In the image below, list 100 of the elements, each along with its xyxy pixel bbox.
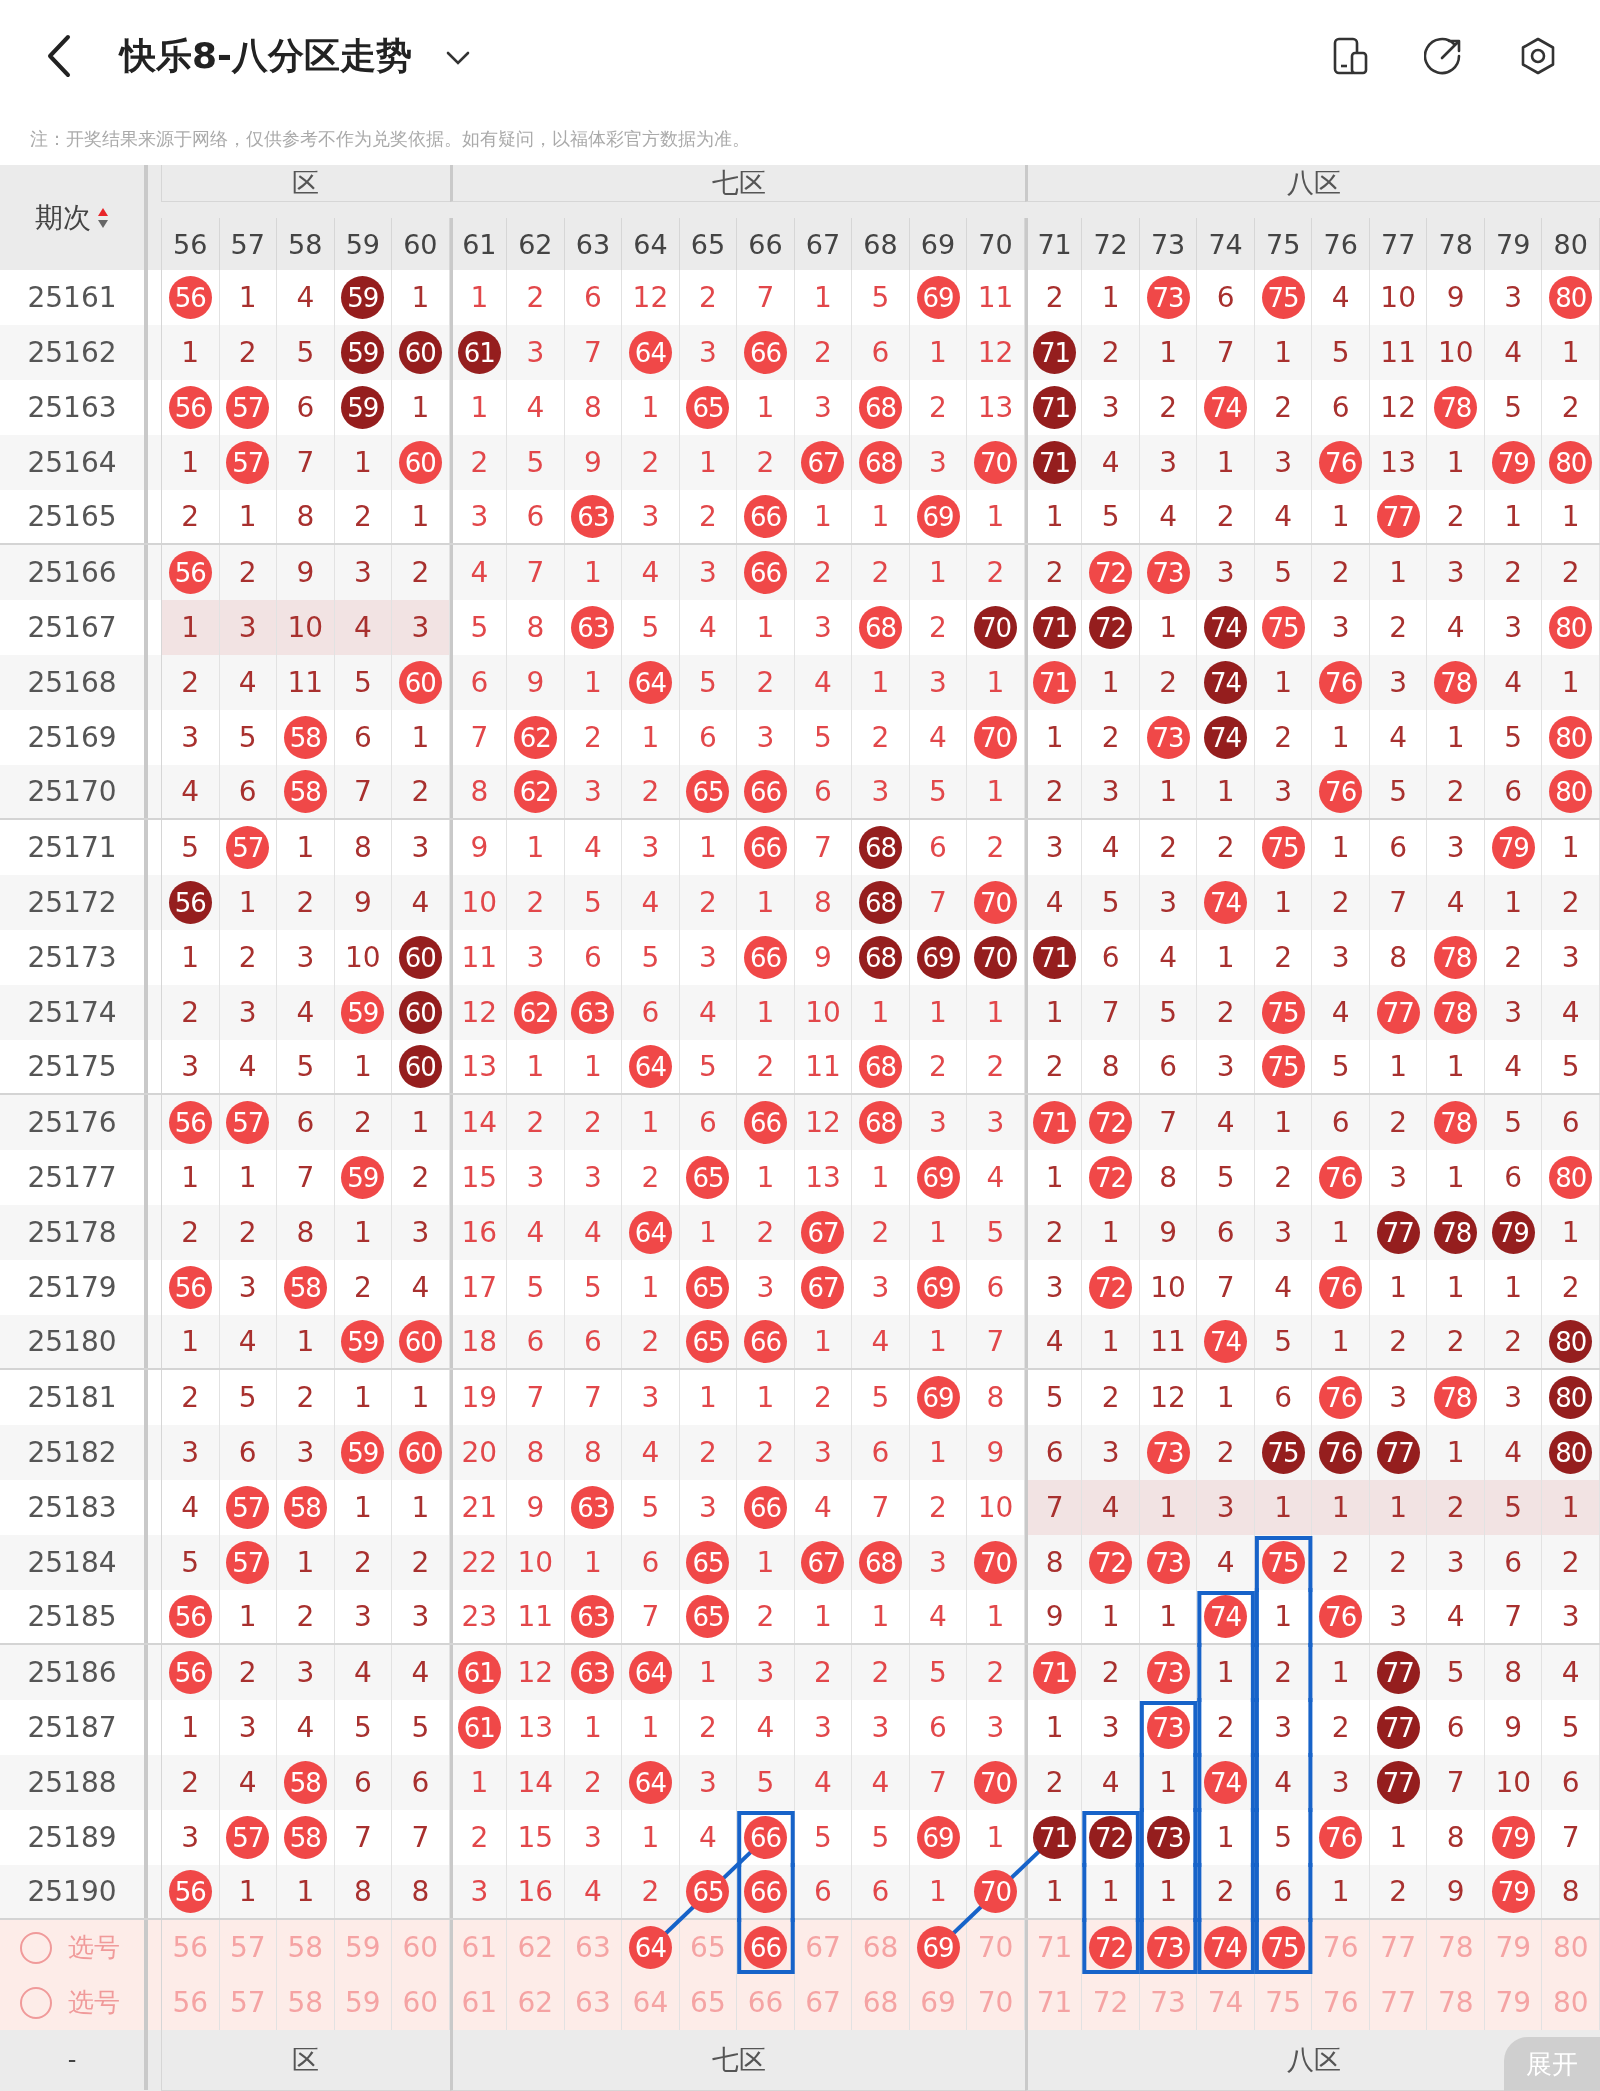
- number-ball: 63: [571, 1651, 615, 1694]
- number-ball[interactable]: 73: [1146, 1926, 1190, 1969]
- number-ball: 63: [571, 606, 615, 649]
- miss-count: 12: [1380, 391, 1416, 424]
- radio-button[interactable]: [20, 1931, 52, 1964]
- pick-number[interactable]: 78: [1437, 1931, 1474, 1964]
- miss-count: 2: [583, 1766, 602, 1799]
- pick-number[interactable]: 71: [1036, 1986, 1073, 2019]
- miss-count: 1: [1045, 721, 1064, 754]
- miss-count: 8: [353, 1875, 372, 1908]
- miss-count: 2: [1101, 1381, 1120, 1414]
- miss-count: 3: [814, 611, 832, 644]
- miss-count: 4: [814, 666, 832, 699]
- pick-number[interactable]: 65: [690, 1931, 726, 1964]
- pick-number[interactable]: 67: [805, 1931, 841, 1964]
- pick-number[interactable]: 73: [1150, 1986, 1186, 2019]
- pick-number[interactable]: 68: [862, 1931, 899, 1964]
- number-ball: 62: [513, 991, 557, 1034]
- number-ball: 73: [1146, 1706, 1190, 1749]
- pick-number[interactable]: 61: [461, 1986, 498, 2019]
- miss-count: 9: [1504, 1711, 1523, 1744]
- pick-number[interactable]: 77: [1380, 1986, 1416, 2019]
- miss-count: 4: [411, 1656, 430, 1689]
- miss-count: 3: [181, 1436, 200, 1469]
- miss-count: 3: [1274, 1216, 1293, 1249]
- pick-number[interactable]: 64: [632, 1986, 669, 2019]
- miss-count: 1: [929, 1436, 947, 1469]
- miss-count: 1: [1561, 666, 1580, 699]
- pick-number[interactable]: 80: [1552, 1931, 1589, 1964]
- number-ball[interactable]: 64: [628, 1926, 672, 1969]
- column-header: 66: [748, 228, 783, 260]
- pick-number[interactable]: 56: [172, 1931, 209, 1964]
- pick-number[interactable]: 58: [287, 1986, 324, 2019]
- miss-count: 2: [1216, 831, 1235, 864]
- number-ball[interactable]: 72: [1089, 1926, 1133, 1969]
- pick-number[interactable]: 79: [1495, 1931, 1532, 1964]
- number-ball: 69: [916, 276, 960, 319]
- miss-count: 3: [1216, 1491, 1235, 1524]
- number-ball: 73: [1146, 716, 1190, 759]
- number-ball: 68: [859, 1045, 902, 1088]
- pick-number[interactable]: 71: [1036, 1931, 1073, 1964]
- number-ball: 76: [1319, 770, 1363, 813]
- miss-count: 2: [296, 1381, 315, 1414]
- miss-count: 1: [814, 1325, 832, 1358]
- pick-number[interactable]: 76: [1322, 1986, 1359, 2019]
- pick-number[interactable]: 68: [862, 1986, 899, 2019]
- miss-count: 2: [986, 1656, 1005, 1689]
- number-ball: 59: [341, 386, 385, 429]
- pick-number[interactable]: 75: [1265, 1986, 1301, 2019]
- number-ball[interactable]: 75: [1261, 1926, 1305, 1969]
- pick-number[interactable]: 62: [517, 1931, 554, 1964]
- miss-count: 3: [526, 941, 545, 974]
- pick-number[interactable]: 58: [287, 1931, 324, 1964]
- pick-number[interactable]: 79: [1495, 1986, 1532, 2019]
- pick-number[interactable]: 67: [805, 1986, 841, 2019]
- pick-number[interactable]: 80: [1552, 1986, 1589, 2019]
- number-ball[interactable]: 74: [1204, 1926, 1248, 1969]
- miss-count: 5: [641, 941, 660, 974]
- pick-number[interactable]: 65: [690, 1986, 726, 2019]
- issue-number: 25185: [27, 1600, 117, 1633]
- number-ball: 75: [1261, 276, 1305, 319]
- pick-number[interactable]: 78: [1437, 1986, 1474, 2019]
- pick-number[interactable]: 60: [402, 1986, 439, 2019]
- pick-number[interactable]: 69: [920, 1986, 956, 2019]
- pick-number[interactable]: 70: [977, 1931, 1014, 1964]
- miss-count: 1: [238, 1600, 257, 1633]
- pick-number[interactable]: 70: [977, 1986, 1014, 2019]
- number-ball[interactable]: 69: [916, 1926, 960, 1969]
- miss-count: 3: [296, 1436, 315, 1469]
- pick-number[interactable]: 59: [345, 1986, 381, 2019]
- pick-number[interactable]: 61: [461, 1931, 498, 1964]
- sort-icon[interactable]: [97, 206, 109, 229]
- miss-count: 11: [1380, 336, 1416, 369]
- pick-number[interactable]: 76: [1322, 1931, 1359, 1964]
- number-ball: 66: [743, 495, 787, 538]
- radio-button[interactable]: [20, 1986, 52, 2019]
- pick-number[interactable]: 63: [575, 1931, 611, 1964]
- pick-number[interactable]: 59: [345, 1931, 381, 1964]
- number-ball: 60: [398, 991, 442, 1034]
- miss-count: 2: [1159, 831, 1177, 864]
- number-ball[interactable]: 66: [743, 1926, 787, 1969]
- back-icon[interactable]: [46, 34, 72, 78]
- pick-number[interactable]: 72: [1092, 1986, 1129, 2019]
- pick-number[interactable]: 77: [1380, 1931, 1416, 1964]
- miss-count: 5: [238, 721, 257, 754]
- pick-number[interactable]: 66: [747, 1986, 784, 2019]
- miss-count: 6: [1216, 281, 1235, 314]
- pick-number[interactable]: 62: [517, 1986, 554, 2019]
- pick-number[interactable]: 57: [229, 1986, 266, 2019]
- pick-number[interactable]: 63: [575, 1986, 611, 2019]
- number-ball: 68: [859, 1541, 902, 1584]
- miss-count: 4: [1101, 831, 1120, 864]
- pick-number[interactable]: 74: [1207, 1986, 1244, 2019]
- chevron-down-icon[interactable]: [446, 51, 470, 65]
- pick-number[interactable]: 60: [402, 1931, 439, 1964]
- miss-count: 4: [1504, 1436, 1523, 1469]
- miss-count: 5: [181, 831, 200, 864]
- pick-number[interactable]: 57: [229, 1931, 266, 1964]
- miss-count: 1: [871, 500, 890, 533]
- pick-number[interactable]: 56: [172, 1986, 209, 2019]
